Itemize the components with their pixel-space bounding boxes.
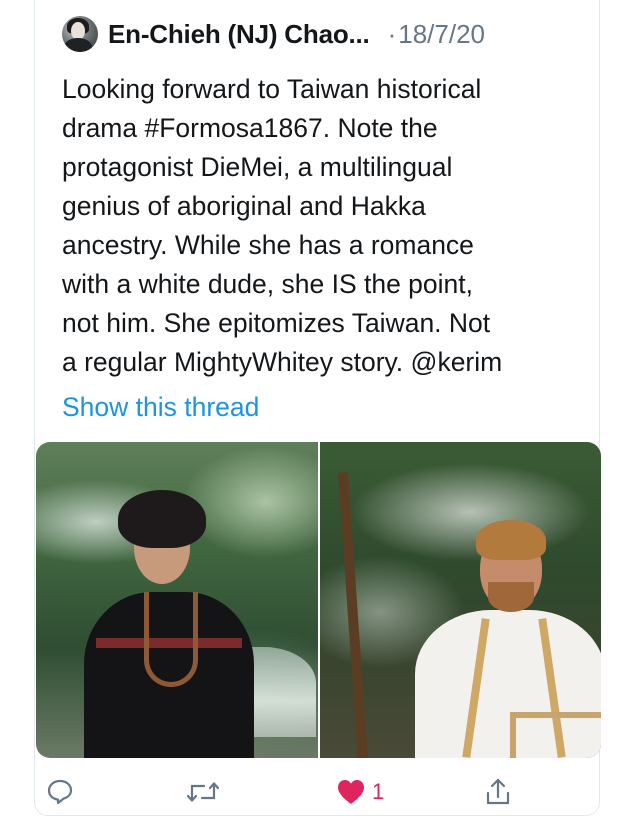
tweet-header: En-Chieh (NJ) Chao... · 18/7/20 [62, 14, 485, 54]
photo-man-in-forest[interactable] [319, 442, 601, 758]
avatar[interactable] [62, 16, 98, 52]
tweet-date[interactable]: 18/7/20 [398, 19, 485, 50]
reply-icon [46, 778, 74, 806]
chair-shape [509, 712, 601, 758]
header-separator: · [387, 18, 397, 49]
woman-headwrap-shape [118, 490, 206, 548]
man-beard-shape [487, 582, 534, 612]
retweet-icon [186, 778, 220, 806]
rifle-shape [337, 472, 368, 758]
woman-beads-shape [144, 592, 198, 687]
display-name[interactable]: En-Chieh (NJ) Chao... [108, 19, 370, 50]
like-count: 1 [372, 779, 385, 804]
tweet-actions: 1 [36, 774, 601, 814]
show-thread-link[interactable]: Show this thread [62, 389, 259, 425]
tweet-text: Looking forward to Taiwan historical dra… [62, 74, 503, 377]
share-icon [484, 777, 512, 807]
tweet-media[interactable] [36, 442, 601, 758]
avatar-body [64, 38, 92, 52]
man-hair-shape [475, 520, 546, 560]
heart-icon [336, 778, 366, 806]
photo-woman-in-forest[interactable] [36, 442, 318, 758]
